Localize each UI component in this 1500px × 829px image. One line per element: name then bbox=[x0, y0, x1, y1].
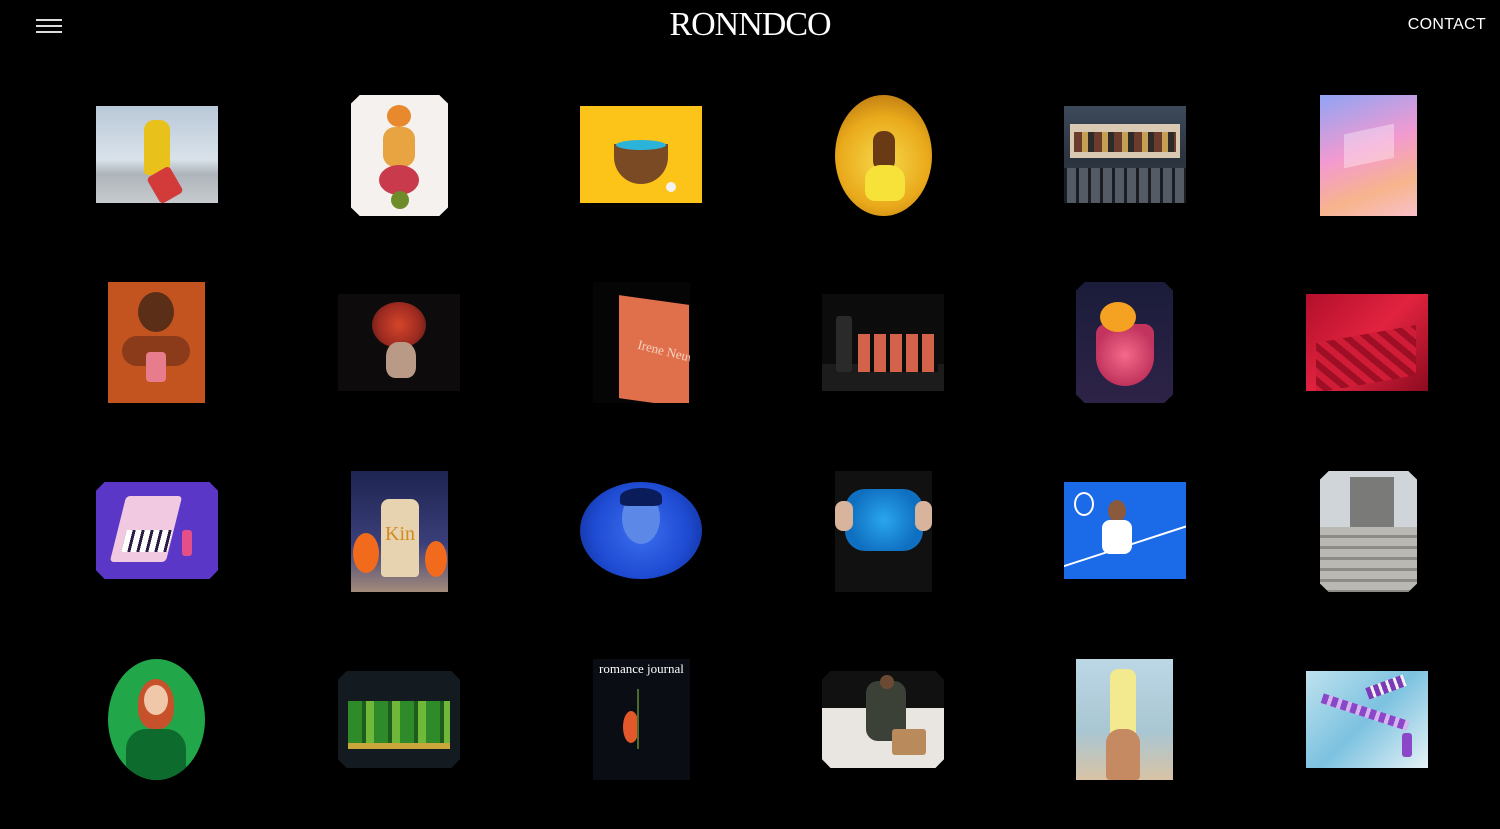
gold-band-shape bbox=[348, 743, 450, 749]
dress-shape bbox=[865, 165, 905, 201]
profile-shape bbox=[386, 342, 416, 378]
project-tile-bottles[interactable] bbox=[822, 294, 944, 391]
building-shape bbox=[1320, 527, 1417, 592]
piano-keys-shape bbox=[121, 530, 173, 552]
flower-shape bbox=[425, 541, 447, 577]
flower-shape bbox=[353, 533, 379, 573]
fur-bag-shape bbox=[845, 489, 923, 551]
lipstick-shape bbox=[182, 530, 192, 556]
bottle-label: Kin bbox=[385, 523, 415, 545]
project-tile-dancer[interactable] bbox=[835, 95, 932, 216]
hair-shape bbox=[620, 488, 662, 506]
journal-title: romance journal bbox=[599, 661, 684, 676]
face-shape bbox=[138, 292, 174, 332]
project-tile-blue-portrait[interactable] bbox=[580, 482, 702, 579]
project-tile-skater[interactable] bbox=[96, 106, 218, 203]
outfit-shape bbox=[1102, 520, 1132, 554]
fruit-shape bbox=[387, 105, 411, 127]
contact-link[interactable]: CONTACT bbox=[1408, 16, 1486, 34]
outfit-shape bbox=[126, 729, 186, 780]
project-tile-kin-bottle[interactable]: Kin bbox=[351, 471, 448, 592]
project-tile-tennis[interactable] bbox=[1064, 482, 1186, 579]
page: RONNDCO CONTACT Irene Neuw Kin romance j… bbox=[0, 0, 1500, 829]
glass-shape bbox=[1096, 324, 1154, 386]
project-tile-red-packaging[interactable] bbox=[1306, 294, 1428, 391]
pool-water-shape bbox=[616, 140, 666, 150]
fruit-shape bbox=[391, 191, 409, 209]
project-tile-smiling-man[interactable] bbox=[108, 282, 205, 403]
project-tile-billboard[interactable] bbox=[1064, 106, 1186, 203]
beach-ball-shape bbox=[666, 182, 676, 192]
racket-shape bbox=[1074, 492, 1094, 516]
project-tile-green-portrait[interactable] bbox=[108, 659, 205, 780]
project-image bbox=[593, 659, 690, 780]
project-tile-flower-head[interactable] bbox=[338, 294, 460, 391]
brand-logo[interactable]: RONNDCO bbox=[0, 4, 1500, 46]
products-shape bbox=[348, 701, 450, 749]
hand-shape bbox=[1106, 729, 1140, 780]
project-tile-fruit-stack[interactable] bbox=[351, 95, 448, 216]
project-tile-green-products[interactable] bbox=[338, 671, 460, 768]
project-tile-jewelry[interactable] bbox=[1306, 671, 1428, 768]
hand-shape bbox=[915, 501, 932, 531]
hand-shape bbox=[835, 501, 853, 531]
billboard-scaffold bbox=[1064, 168, 1186, 203]
project-tile-gradient[interactable] bbox=[1320, 95, 1417, 216]
project-tile-tower[interactable] bbox=[1320, 471, 1417, 592]
stem-shape bbox=[637, 689, 639, 749]
project-tile-cocktail[interactable] bbox=[1076, 282, 1173, 403]
chair-shape bbox=[892, 729, 926, 755]
bottles-shape bbox=[858, 334, 938, 372]
canister-shape bbox=[836, 316, 852, 372]
project-tile-blue-fur[interactable] bbox=[835, 471, 932, 592]
glass-shape bbox=[146, 352, 166, 382]
project-tile-book[interactable]: Irene Neuw bbox=[593, 282, 690, 403]
earring-shape bbox=[1402, 733, 1412, 757]
hibiscus-shape bbox=[1100, 302, 1136, 332]
fruit-shape bbox=[383, 127, 415, 167]
project-tile-sunscreen[interactable] bbox=[1076, 659, 1173, 780]
head-shape bbox=[880, 675, 894, 689]
project-tile-seated-model[interactable] bbox=[822, 671, 944, 768]
head-shape bbox=[1108, 500, 1126, 522]
project-tile-coconut-pool[interactable] bbox=[580, 106, 702, 203]
billboard-figures bbox=[1074, 132, 1176, 152]
face-shape bbox=[144, 685, 168, 715]
project-tile-romance-journal[interactable]: romance journal bbox=[593, 659, 690, 780]
project-tile-piano-compact[interactable] bbox=[96, 482, 218, 579]
